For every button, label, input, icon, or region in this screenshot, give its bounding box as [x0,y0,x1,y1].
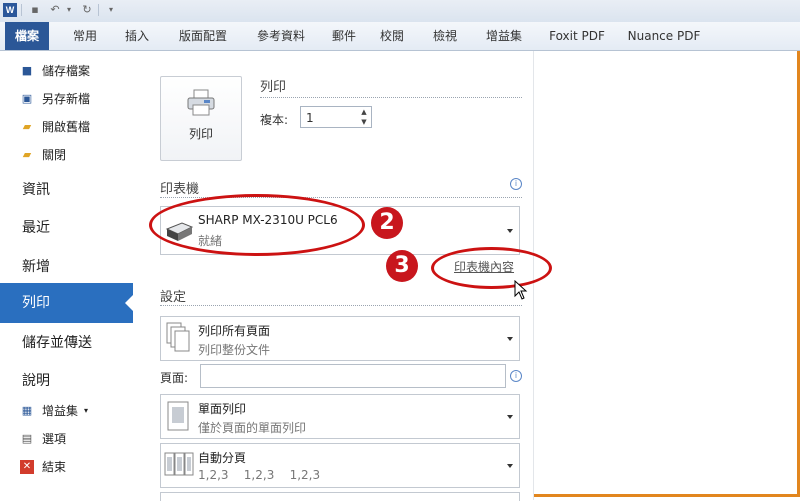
chevron-down-icon [507,336,513,341]
tab-home[interactable]: 常用 [63,22,107,50]
printer-info-icon[interactable]: i [510,178,522,190]
chevron-down-icon [507,463,513,468]
collate-title: 自動分頁 [198,451,247,465]
annotation-badge-3: 3 [386,250,418,282]
toolbar-separator [21,4,22,16]
nav-save-send[interactable]: 儲存並傳送 [22,332,92,352]
nav-recent[interactable]: 最近 [22,217,50,237]
one-sided-icon [167,401,189,431]
chevron-down-icon: ▾ [84,406,89,415]
exit-icon: ✕ [20,460,34,474]
save-icon: ■ [21,64,33,77]
copies-value: 1 [306,111,314,125]
redo-icon[interactable]: ↻ [80,3,94,17]
save-icon[interactable]: ▪ [28,3,42,17]
nav-info[interactable]: 資訊 [22,179,50,199]
printer-section-title: 印表機 [160,182,200,197]
tab-nuance-pdf[interactable]: Nuance PDF [624,22,704,50]
print-button[interactable]: 列印 [160,76,242,161]
print-section-title: 列印 [260,80,287,95]
customize-toolbar-icon[interactable]: ▾ [104,3,118,17]
word-logo-icon: W [3,3,17,17]
tab-view[interactable]: 檢視 [425,22,465,50]
undo-icon[interactable]: ↶ [48,3,62,17]
tab-foxit-pdf[interactable]: Foxit PDF [542,22,612,50]
tab-addins[interactable]: 增益集 [478,22,530,50]
open-folder-icon: ▰ [22,120,32,133]
pages-input[interactable] [200,364,506,388]
chevron-down-icon [507,228,513,233]
sides-dropdown[interactable]: 單面列印 僅於頁面的單面列印 [160,394,520,439]
undo-dropdown-icon[interactable]: ▾ [62,3,76,17]
nav-new[interactable]: 新增 [22,256,50,276]
print-range-title: 列印所有頁面 [198,324,271,338]
nav-help[interactable]: 說明 [22,370,50,390]
nav-close-label: 關閉 [42,148,67,162]
tab-review[interactable]: 校閱 [372,22,412,50]
print-range-dropdown[interactable]: 列印所有頁面 列印整份文件 [160,316,520,361]
mouse-cursor-icon [514,280,528,300]
nav-exit-label: 結束 [42,460,67,474]
printer-icon [187,89,215,116]
spin-up-icon[interactable]: ▲ [357,107,371,117]
divider [260,97,522,98]
annotation-ellipse-properties [431,247,552,289]
close-folder-icon: ▰ [22,148,32,161]
selected-arrow-icon [125,295,133,311]
settings-section-title: 設定 [160,290,187,305]
addins-icon: ▦ [21,404,33,417]
copies-input[interactable]: 1 ▲ ▼ [300,106,372,128]
spin-down-icon[interactable]: ▼ [357,117,371,127]
tab-layout[interactable]: 版面配置 [170,22,236,50]
nav-print-label: 列印 [22,295,50,311]
options-icon: ▤ [21,432,33,445]
pages-icon [166,322,190,352]
ribbon-tabs: 檔案 常用 插入 版面配置 參考資料 郵件 校閱 檢視 增益集 Foxit PD… [0,22,800,51]
copies-spinner[interactable]: ▲ ▼ [357,107,371,127]
sides-subtitle: 僅於頁面的單面列印 [198,421,307,435]
nav-print-selected[interactable]: 列印 [0,283,133,323]
sides-title: 單面列印 [198,402,247,416]
nav-options-label: 選項 [42,432,67,446]
toolbar-separator [98,4,99,16]
pages-info-icon[interactable]: i [510,370,522,382]
print-button-label: 列印 [188,127,213,141]
tab-insert[interactable]: 插入 [115,22,159,50]
collate-subtitle: 1,2,3 1,2,3 1,2,3 [198,468,321,482]
quick-access-toolbar: W ▪ ↶ ▾ ↻ ▾ [0,0,800,22]
divider [160,305,522,306]
collate-dropdown[interactable]: 自動分頁 1,2,3 1,2,3 1,2,3 [160,443,520,488]
annotation-badge-2: 2 [371,207,403,239]
nav-save-as-label: 另存新檔 [42,92,91,106]
chevron-down-icon [507,414,513,419]
nav-save-label: 儲存檔案 [42,64,91,78]
collate-icon [164,452,194,476]
nav-addins-label: 增益集 [42,404,79,418]
nav-open-label: 開啟舊檔 [42,120,91,134]
backstage-nav: ■ 儲存檔案 ▣ 另存新檔 ▰ 開啟舊檔 ▰ 關閉 資訊 最近 新增 列印 儲存… [0,51,134,500]
copies-label: 複本: [260,113,289,127]
save-as-icon: ▣ [21,92,33,105]
pages-label: 頁面: [160,371,189,385]
tab-references[interactable]: 參考資料 [248,22,314,50]
annotation-ellipse-printer [149,194,365,256]
tab-mailings[interactable]: 郵件 [324,22,364,50]
tab-file[interactable]: 檔案 [5,22,49,50]
print-range-subtitle: 列印整份文件 [198,343,271,357]
